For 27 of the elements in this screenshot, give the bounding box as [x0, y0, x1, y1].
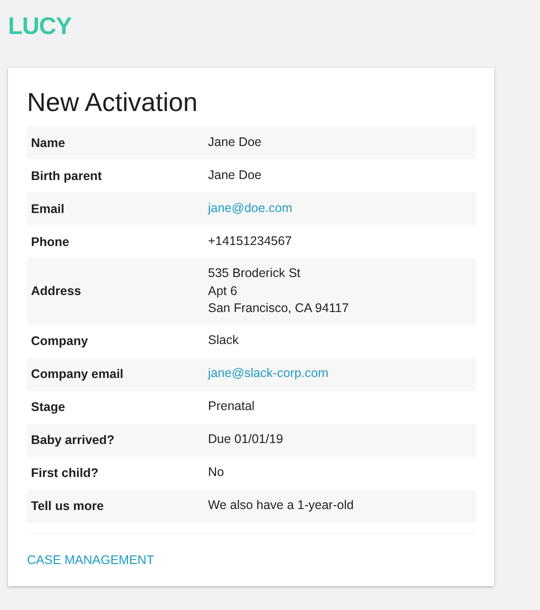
field-value: We also have a 1-year-old: [208, 497, 354, 514]
card-title: New Activation: [27, 86, 198, 119]
field-label: Tell us more: [30, 499, 105, 513]
field-value: Slack: [208, 332, 239, 350]
email-link[interactable]: jane@slack-corp.com: [208, 365, 328, 383]
field-value: Due 01/01/19: [208, 431, 284, 448]
field-label: Birth parent: [30, 168, 103, 182]
field-value: 535 Broderick St: [208, 265, 302, 282]
field-value: No: [208, 464, 224, 482]
field-label: Email: [30, 202, 66, 216]
field-label: Phone: [30, 234, 70, 248]
logo: LUCY: [8, 14, 72, 40]
field-label: Company: [30, 334, 89, 348]
field-label: First child?: [30, 466, 100, 480]
field-value: Jane Doe: [208, 166, 262, 184]
field-label: Baby arrived?: [30, 433, 116, 447]
field-value: Apt 6: [208, 282, 238, 300]
field-value: Jane Doe: [208, 134, 262, 151]
field-label: Address: [30, 284, 82, 298]
field-value: Prenatal: [208, 398, 255, 416]
field-value: San Francisco, CA 94117: [208, 300, 349, 317]
email-link[interactable]: jane@doe.com: [208, 200, 292, 218]
field-label: Company email: [30, 367, 124, 381]
case-management-link[interactable]: CASE MANAGEMENT: [27, 552, 154, 566]
field-label: Stage: [30, 400, 66, 414]
field-value: +14151234567: [208, 232, 292, 250]
field-label: Name: [30, 136, 66, 150]
